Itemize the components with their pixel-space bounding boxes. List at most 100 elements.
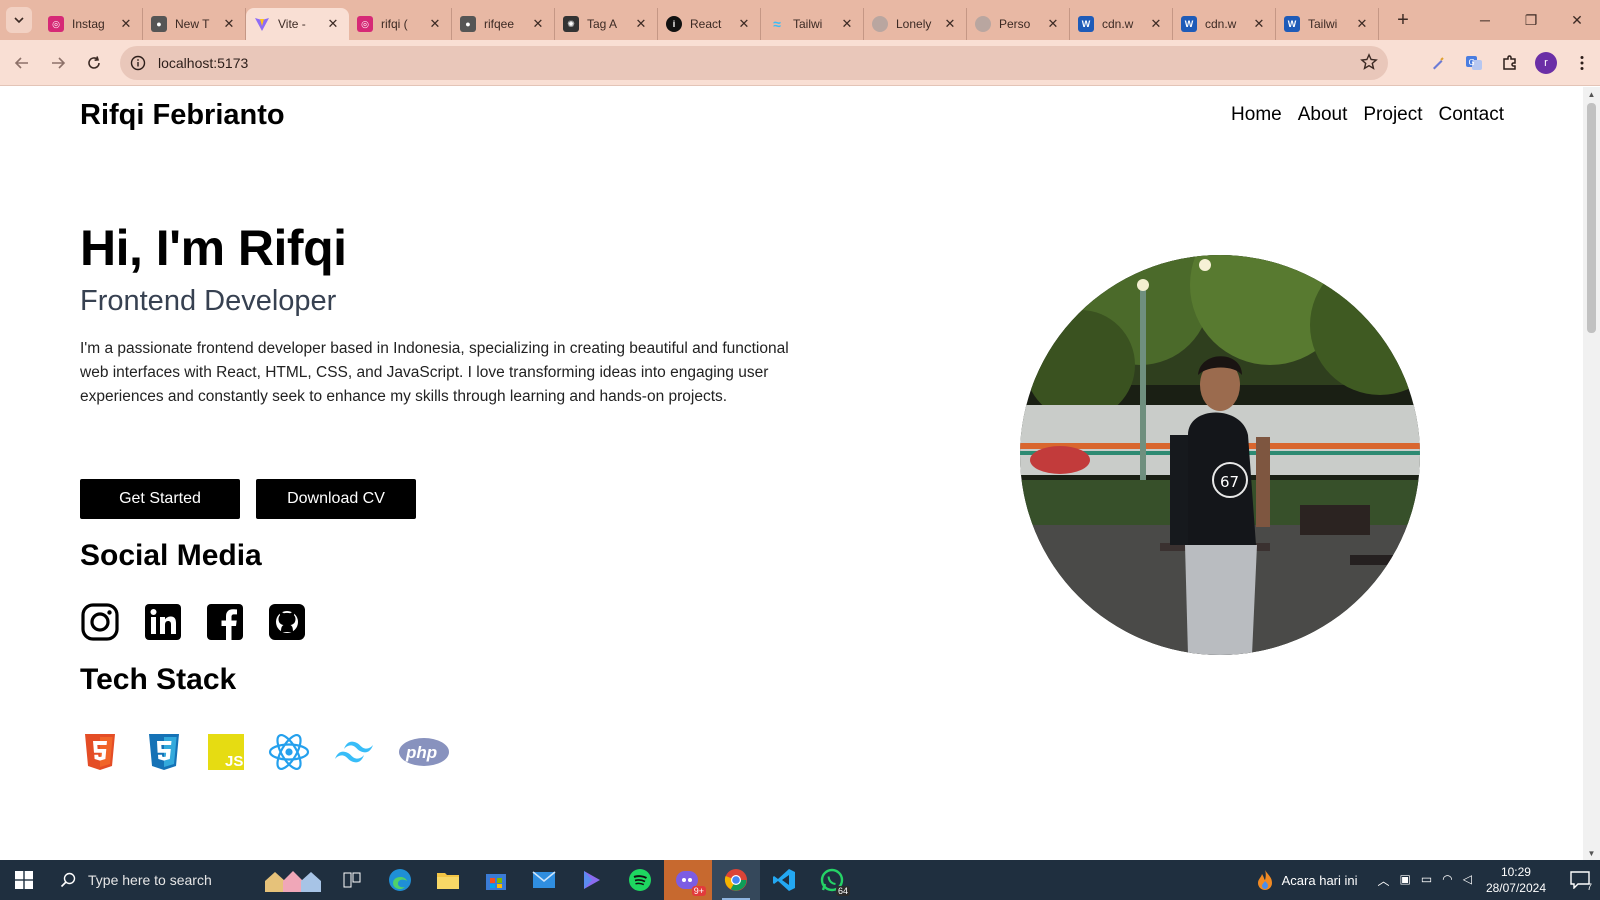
restore-icon[interactable]: ❐ (1508, 0, 1554, 40)
facebook-icon[interactable] (206, 603, 244, 641)
news-widget-text: Acara hari ini (1281, 872, 1358, 888)
tailwind-icon (335, 741, 373, 763)
browser-tab[interactable]: ◎ rifqi ( ✕ (349, 8, 452, 40)
bookmark-star-icon[interactable] (1360, 53, 1378, 76)
browser-tab[interactable]: ✺ Tag A ✕ (555, 8, 658, 40)
translate-extension-icon[interactable]: G (1456, 45, 1492, 81)
word-icon: W (1078, 16, 1094, 32)
close-tab-icon[interactable]: ✕ (221, 16, 237, 32)
close-tab-icon[interactable]: ✕ (427, 16, 443, 32)
close-tab-icon[interactable]: ✕ (942, 16, 958, 32)
tab-title: cdn.w (1205, 17, 1237, 31)
close-tab-icon[interactable]: ✕ (1251, 16, 1267, 32)
vscode-icon[interactable] (760, 860, 808, 900)
reload-button[interactable] (78, 47, 110, 79)
mail-icon[interactable] (520, 860, 568, 900)
power-automate-icon[interactable] (568, 860, 616, 900)
tab-title: New T (175, 17, 210, 31)
browser-menu-icon[interactable] (1564, 45, 1600, 81)
instagram-icon: ◎ (48, 16, 64, 32)
close-window-icon[interactable]: ✕ (1554, 0, 1600, 40)
close-tab-icon[interactable]: ✕ (1045, 16, 1061, 32)
page-scrollbar[interactable]: ▲ ▼ (1583, 87, 1600, 860)
show-hidden-icons-chevron-icon[interactable]: ︿ (1378, 872, 1390, 889)
wifi-icon[interactable]: ◠ (1442, 872, 1452, 889)
extensions-puzzle-icon[interactable] (1492, 45, 1528, 81)
spotify-icon[interactable] (616, 860, 664, 900)
battery-icon[interactable]: ▭ (1421, 872, 1432, 889)
close-tab-icon[interactable]: ✕ (1354, 16, 1370, 32)
browser-tab[interactable]: W Tailwi ✕ (1276, 8, 1379, 40)
tab-search-button[interactable] (6, 7, 32, 33)
scroll-thumb[interactable] (1587, 103, 1596, 333)
url-text[interactable]: localhost:5173 (158, 55, 248, 71)
edge-icon[interactable] (376, 860, 424, 900)
scroll-down-arrow-icon[interactable]: ▼ (1583, 846, 1600, 860)
news-widget[interactable]: Acara hari ini (1256, 869, 1358, 891)
close-tab-icon[interactable]: ✕ (633, 16, 649, 32)
react-icon: i (666, 16, 682, 32)
javascript-label: JS (225, 753, 243, 770)
scroll-up-arrow-icon[interactable]: ▲ (1583, 87, 1600, 101)
browser-tab[interactable]: ≈ Tailwi ✕ (761, 8, 864, 40)
get-started-button[interactable]: Get Started (80, 479, 240, 519)
browser-tab[interactable]: ◎ Instag ✕ (40, 8, 143, 40)
close-tab-icon[interactable]: ✕ (736, 16, 752, 32)
window-controls: ─ ❐ ✕ (1462, 0, 1600, 40)
file-explorer-icon[interactable] (424, 860, 472, 900)
page-viewport: Rifqi Febrianto Home About Project Conta… (0, 87, 1583, 860)
browser-tab[interactable]: ● New T ✕ (143, 8, 246, 40)
taskbar-clock[interactable]: 10:29 28/07/2024 (1486, 864, 1546, 896)
close-tab-icon[interactable]: ✕ (839, 16, 855, 32)
task-view-icon[interactable] (328, 860, 376, 900)
pen-extension-icon[interactable] (1420, 45, 1456, 81)
download-cv-button[interactable]: Download CV (256, 479, 416, 519)
volume-icon[interactable]: ◁ (1463, 872, 1472, 889)
chrome-icon[interactable] (712, 860, 760, 900)
browser-tab[interactable]: ● rifqee ✕ (452, 8, 555, 40)
nav-project-link[interactable]: Project (1363, 104, 1422, 126)
browser-tab[interactable]: Lonely ✕ (864, 8, 967, 40)
nav-contact-link[interactable]: Contact (1439, 104, 1504, 126)
notification-center-icon[interactable]: 7 (1560, 860, 1600, 900)
windows-start-button[interactable] (0, 860, 48, 900)
minimize-icon[interactable]: ─ (1462, 0, 1508, 40)
microsoft-store-icon[interactable] (472, 860, 520, 900)
new-tab-button[interactable]: + (1389, 9, 1417, 32)
close-tab-icon[interactable]: ✕ (325, 16, 341, 32)
globe-icon (872, 16, 888, 32)
close-tab-icon[interactable]: ✕ (118, 16, 134, 32)
address-bar[interactable]: localhost:5173 (120, 46, 1388, 80)
site-brand[interactable]: Rifqi Febrianto (80, 99, 285, 132)
arrow-left-icon (14, 56, 28, 69)
site-info-icon[interactable] (124, 49, 152, 77)
browser-tab[interactable]: Perso ✕ (967, 8, 1070, 40)
instagram-icon[interactable] (80, 602, 120, 642)
browser-tab[interactable]: i React ✕ (658, 8, 761, 40)
word-icon: W (1181, 16, 1197, 32)
browser-tab[interactable]: W cdn.w ✕ (1070, 8, 1173, 40)
social-icons (80, 602, 306, 642)
github-icon[interactable] (268, 603, 306, 641)
word-icon: W (1284, 16, 1300, 32)
tray-icons: ︿ ▣ ▭ ◠ ◁ (1378, 872, 1472, 889)
linkedin-icon[interactable] (144, 603, 182, 641)
whatsapp-icon[interactable]: 64 (808, 860, 856, 900)
javascript-icon: JS (208, 734, 244, 770)
forward-button[interactable] (42, 47, 74, 79)
houses-widget-icon[interactable] (258, 860, 328, 900)
profile-avatar[interactable]: r (1528, 45, 1564, 81)
taskbar-search-box[interactable]: Type here to search (48, 860, 258, 900)
browser-tab[interactable]: W cdn.w ✕ (1173, 8, 1276, 40)
close-tab-icon[interactable]: ✕ (530, 16, 546, 32)
security-icon[interactable]: ▣ (1400, 872, 1411, 889)
browser-tab-active[interactable]: Vite - ✕ (246, 8, 349, 40)
discord-icon[interactable]: 9+ (664, 860, 712, 900)
close-tab-icon[interactable]: ✕ (1148, 16, 1164, 32)
nav-about-link[interactable]: About (1298, 104, 1348, 126)
tab-title: cdn.w (1102, 17, 1134, 31)
nav-home-link[interactable]: Home (1231, 104, 1282, 126)
back-button[interactable] (6, 47, 38, 79)
windows-logo-icon (15, 871, 33, 889)
hero-subtitle: Frontend Developer (80, 285, 337, 317)
